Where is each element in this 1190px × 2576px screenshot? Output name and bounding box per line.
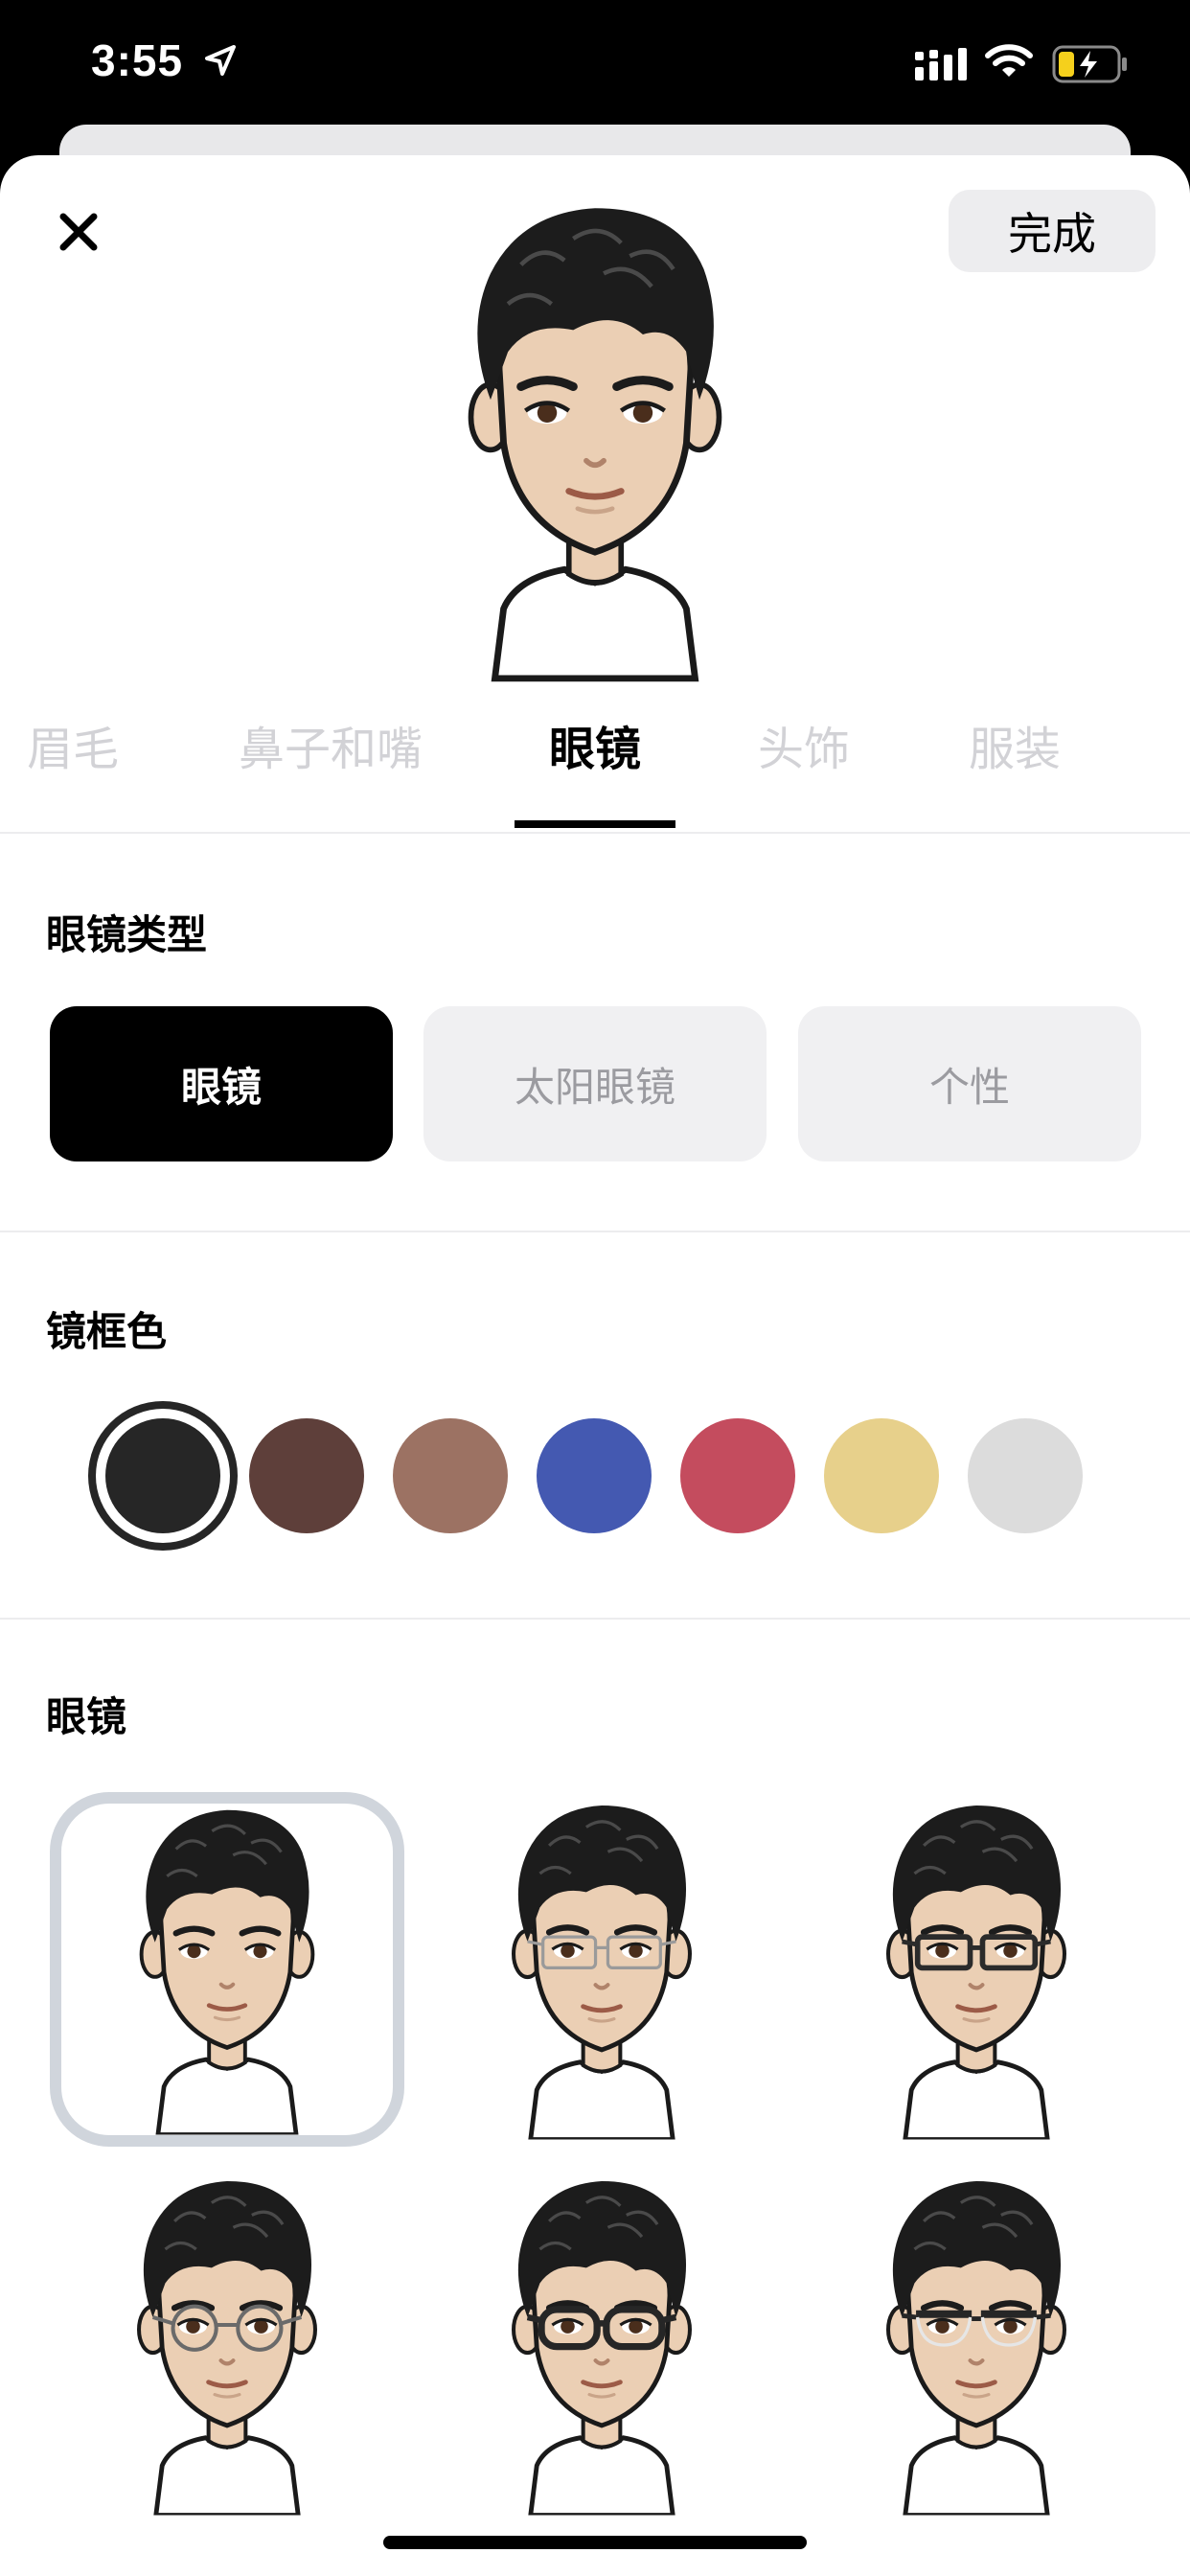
cellular-signal-icon — [915, 48, 967, 80]
frame-color-swatch[interactable] — [680, 1418, 795, 1533]
glasses-style-option[interactable] — [50, 1792, 404, 2147]
done-button[interactable]: 完成 — [949, 190, 1156, 272]
tab-nose-and-mouth[interactable]: 鼻子和嘴 — [230, 702, 431, 797]
frame-color-swatch[interactable] — [393, 1418, 508, 1533]
battery-icon — [1052, 45, 1127, 83]
section-divider — [0, 1230, 1190, 1232]
glasses-style-option[interactable] — [799, 2168, 1154, 2522]
glasses-type-glasses[interactable]: 眼镜 — [50, 1006, 393, 1162]
status-time: 3:55 — [91, 35, 184, 85]
glasses-style-option[interactable] — [424, 2168, 779, 2522]
frame-color-swatch[interactable] — [105, 1418, 220, 1533]
avatar-thumbnail — [868, 2175, 1085, 2516]
glasses-style-option[interactable] — [50, 2168, 404, 2522]
glasses-type-sunglasses[interactable]: 太阳眼镜 — [423, 1006, 767, 1162]
frame-color-swatch[interactable] — [249, 1418, 364, 1533]
wifi-icon — [985, 44, 1033, 77]
frame-color-swatch[interactable] — [824, 1418, 939, 1533]
tab-active-indicator — [515, 820, 675, 828]
tab-glasses[interactable]: 眼镜 — [528, 702, 662, 797]
avatar-thumbnail — [868, 1800, 1085, 2140]
avatar-thumbnail — [119, 2175, 335, 2516]
glasses-style-option[interactable] — [799, 1792, 1154, 2147]
section-divider — [0, 1618, 1190, 1620]
frame-color-swatch[interactable] — [537, 1418, 652, 1533]
close-icon[interactable] — [50, 203, 107, 261]
frame-color-title: 镜框色 — [46, 1308, 168, 1355]
avatar-thumbnail — [493, 1800, 710, 2140]
category-tabs: 眉毛 鼻子和嘴 眼镜 头饰 服装 — [0, 702, 1190, 797]
tab-headwear[interactable]: 头饰 — [742, 702, 866, 797]
home-indicator — [383, 2536, 807, 2549]
tab-outfit[interactable]: 服装 — [952, 702, 1077, 797]
tab-eyebrows[interactable]: 眉毛 — [25, 702, 121, 797]
glasses-style-option[interactable] — [424, 1792, 779, 2147]
glasses-styles-title: 眼镜 — [46, 1693, 127, 1740]
avatar-thumbnail — [122, 1805, 332, 2135]
location-arrow-icon — [205, 45, 236, 76]
glasses-type-title: 眼镜类型 — [46, 911, 208, 958]
avatar-thumbnail — [493, 2175, 710, 2516]
frame-color-swatch[interactable] — [968, 1418, 1083, 1533]
avatar-preview — [443, 194, 747, 684]
avatar-editor-sheet: 完成 眉毛 鼻子和嘴 眼镜 头饰 服装 眼镜类型 眼镜 太阳眼镜 个性 镜框色 … — [0, 155, 1190, 2576]
tabs-divider — [0, 832, 1190, 834]
status-bar: 3:55 — [0, 0, 1190, 134]
glasses-type-custom[interactable]: 个性 — [798, 1006, 1141, 1162]
